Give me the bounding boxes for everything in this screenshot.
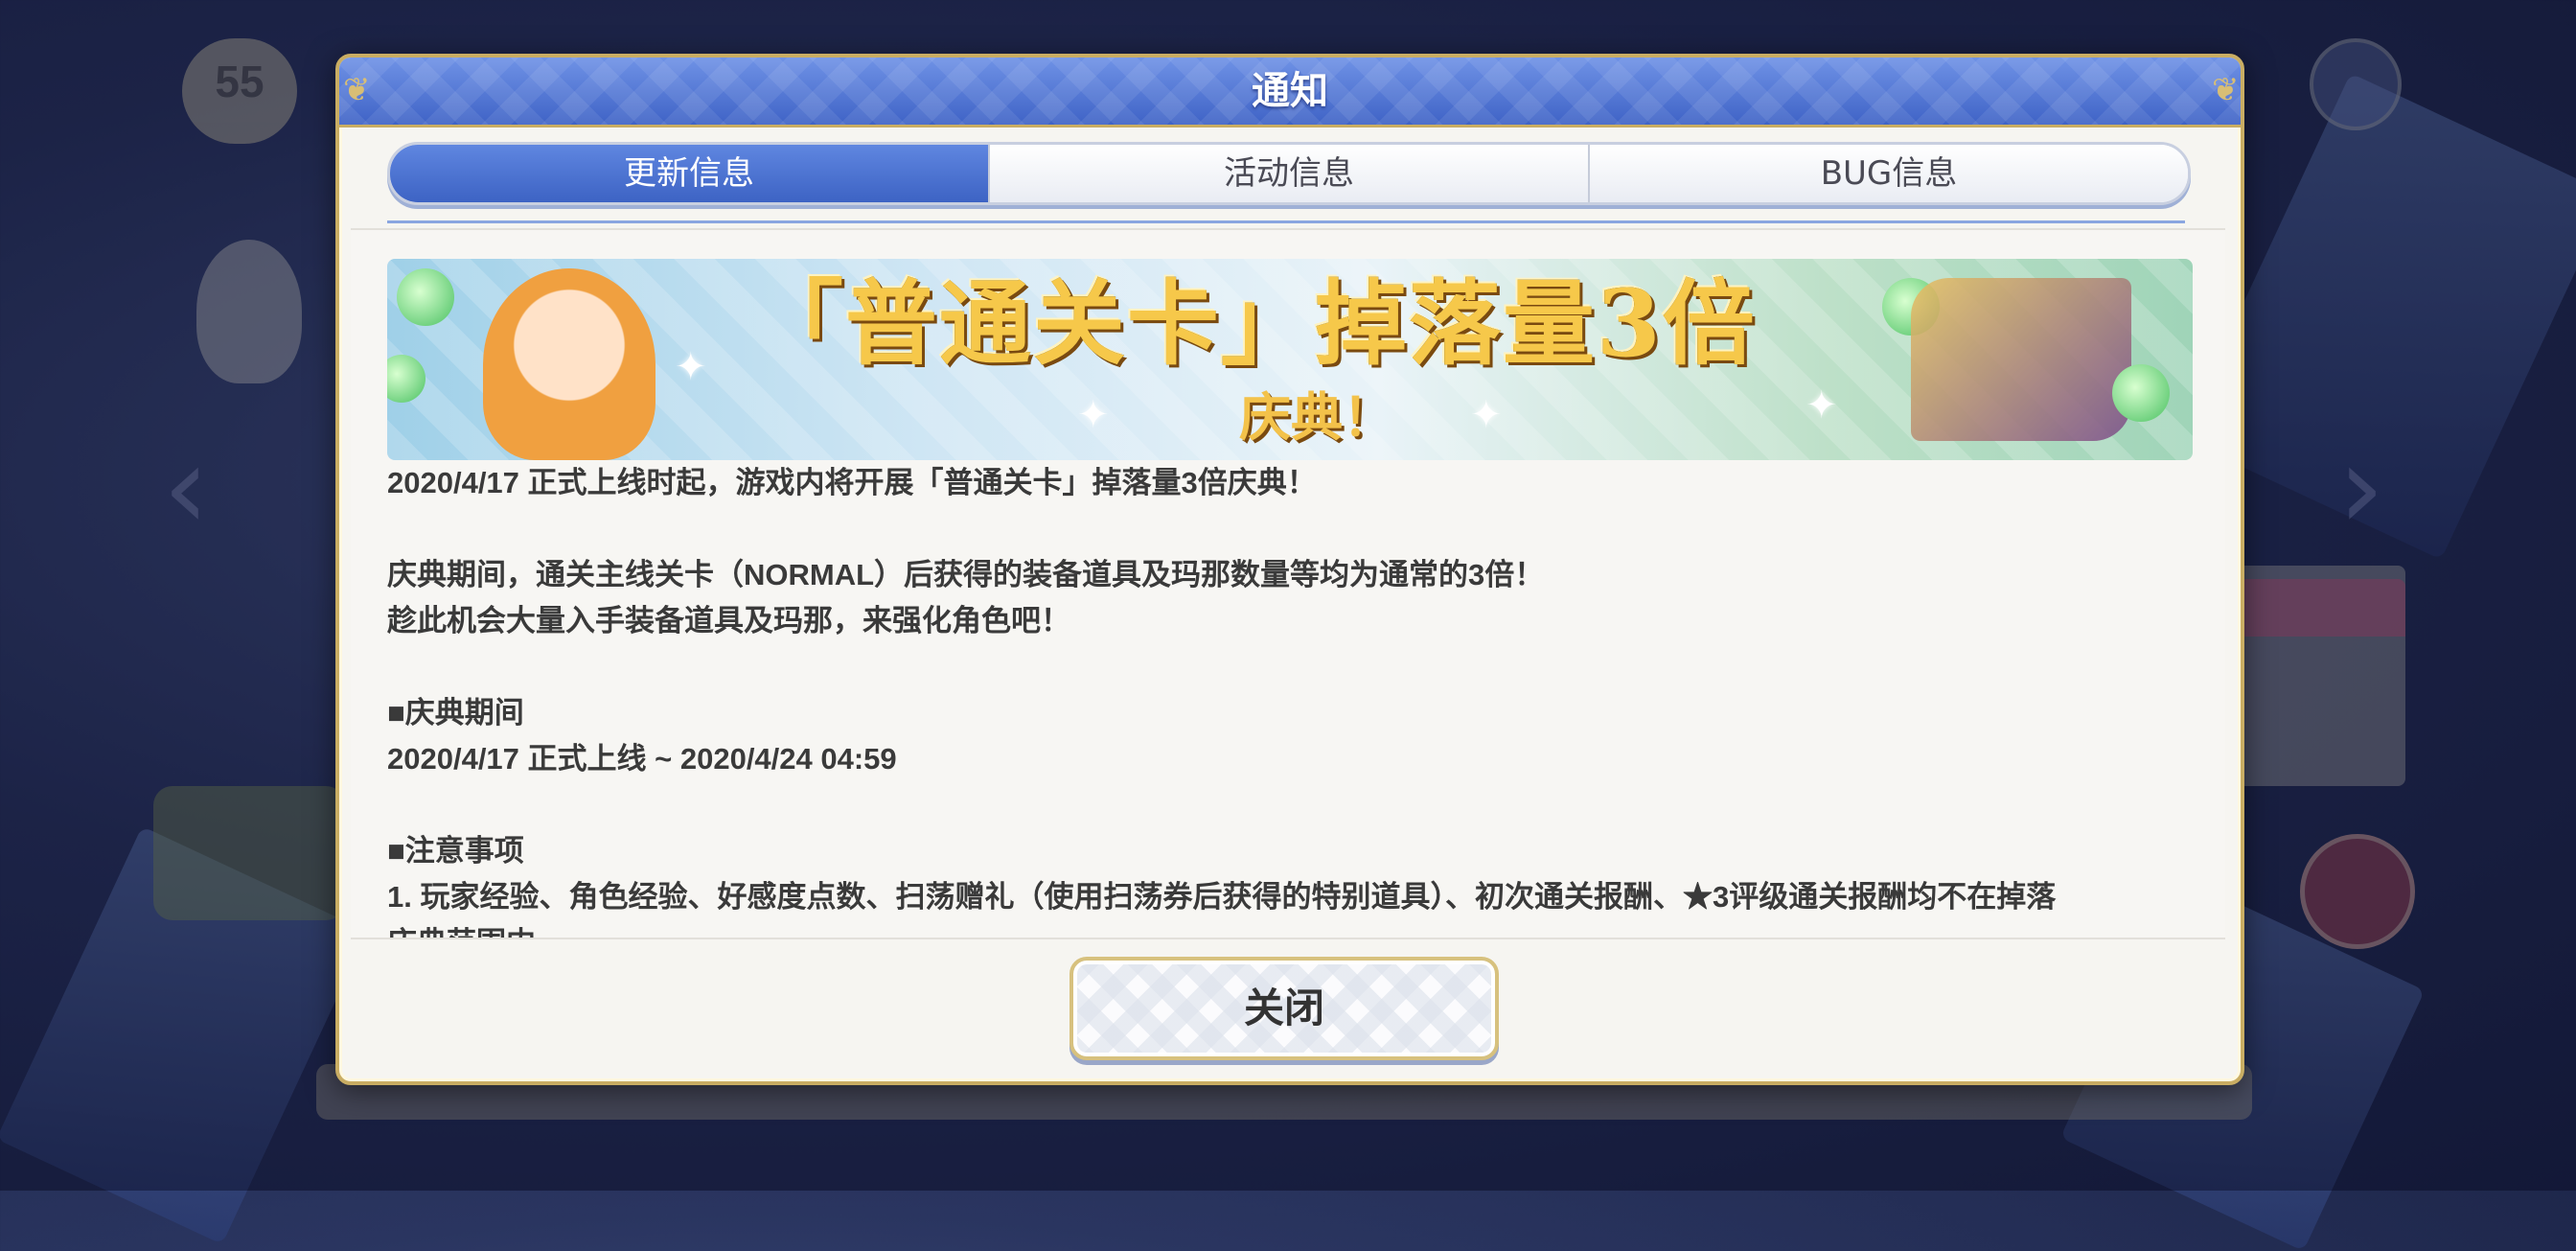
notice-line: 趁此机会大量入手装备道具及玛那，来强化角色吧！ bbox=[387, 604, 1070, 637]
notice-line: 庆典范围内 bbox=[387, 920, 2193, 938]
notice-content[interactable]: ✦ ✦ ✦ ✦ 「普通关卡」掉落量3倍 庆典！ 2020/4/17 正式上线时起… bbox=[351, 228, 2225, 939]
notice-line: 庆典期间，通关主线关卡（NORMAL）后获得的装备道具及玛那数量等均为通常的3倍… bbox=[387, 558, 1545, 591]
notice-line: 1. 玩家经验、角色经验、好感度点数、扫荡赠礼（使用扫荡券后获得的特别道具）、初… bbox=[387, 880, 2057, 914]
character-illustration bbox=[483, 268, 656, 460]
tab-update-info[interactable]: 更新信息 bbox=[390, 145, 988, 202]
banner-subtitle: 庆典！ bbox=[1239, 386, 1394, 448]
notice-dialog: ❦ 通知 ❦ 更新信息 活动信息 BUG信息 ✦ ✦ ✦ ✦ 「普通关卡」掉落量… bbox=[335, 54, 2244, 1085]
orb-icon bbox=[387, 355, 426, 403]
notice-line: 2020/4/17 正式上线 ~ 2020/4/24 04:59 bbox=[387, 742, 897, 776]
dialog-header: ❦ 通知 ❦ bbox=[339, 58, 2241, 127]
equipment-illustration bbox=[1911, 278, 2131, 441]
ornament-icon: ❦ bbox=[2212, 71, 2240, 109]
dialog-title: 通知 bbox=[1252, 69, 1328, 113]
notice-tabs: 更新信息 活动信息 BUG信息 bbox=[387, 142, 2191, 205]
notice-line bbox=[387, 644, 2193, 690]
sparkle-icon: ✦ bbox=[1806, 383, 1838, 428]
sparkle-icon: ✦ bbox=[1470, 393, 1503, 437]
notice-line: ■庆典期间 bbox=[387, 696, 524, 730]
orb-icon bbox=[2112, 364, 2170, 422]
notice-body: 2020/4/17 正式上线时起，游戏内将开展「普通关卡」掉落量3倍庆典！ 庆典… bbox=[387, 460, 2193, 938]
notice-line bbox=[387, 782, 2193, 828]
divider bbox=[387, 220, 2185, 223]
event-banner: ✦ ✦ ✦ ✦ 「普通关卡」掉落量3倍 庆典！ bbox=[387, 259, 2193, 460]
notice-line: 2020/4/17 正式上线时起，游戏内将开展「普通关卡」掉落量3倍庆典！ bbox=[387, 466, 1317, 499]
notice-line bbox=[387, 506, 2193, 552]
close-button[interactable]: 关闭 bbox=[1070, 957, 1499, 1060]
tab-event-info[interactable]: 活动信息 bbox=[988, 145, 1588, 202]
orb-icon bbox=[397, 268, 454, 326]
sparkle-icon: ✦ bbox=[1077, 393, 1110, 437]
sparkle-icon: ✦ bbox=[675, 345, 707, 389]
banner-title: 「普通关卡」掉落量3倍 bbox=[751, 269, 1757, 378]
notice-line: ■注意事项 bbox=[387, 834, 524, 868]
tab-bug-info[interactable]: BUG信息 bbox=[1588, 145, 2188, 202]
